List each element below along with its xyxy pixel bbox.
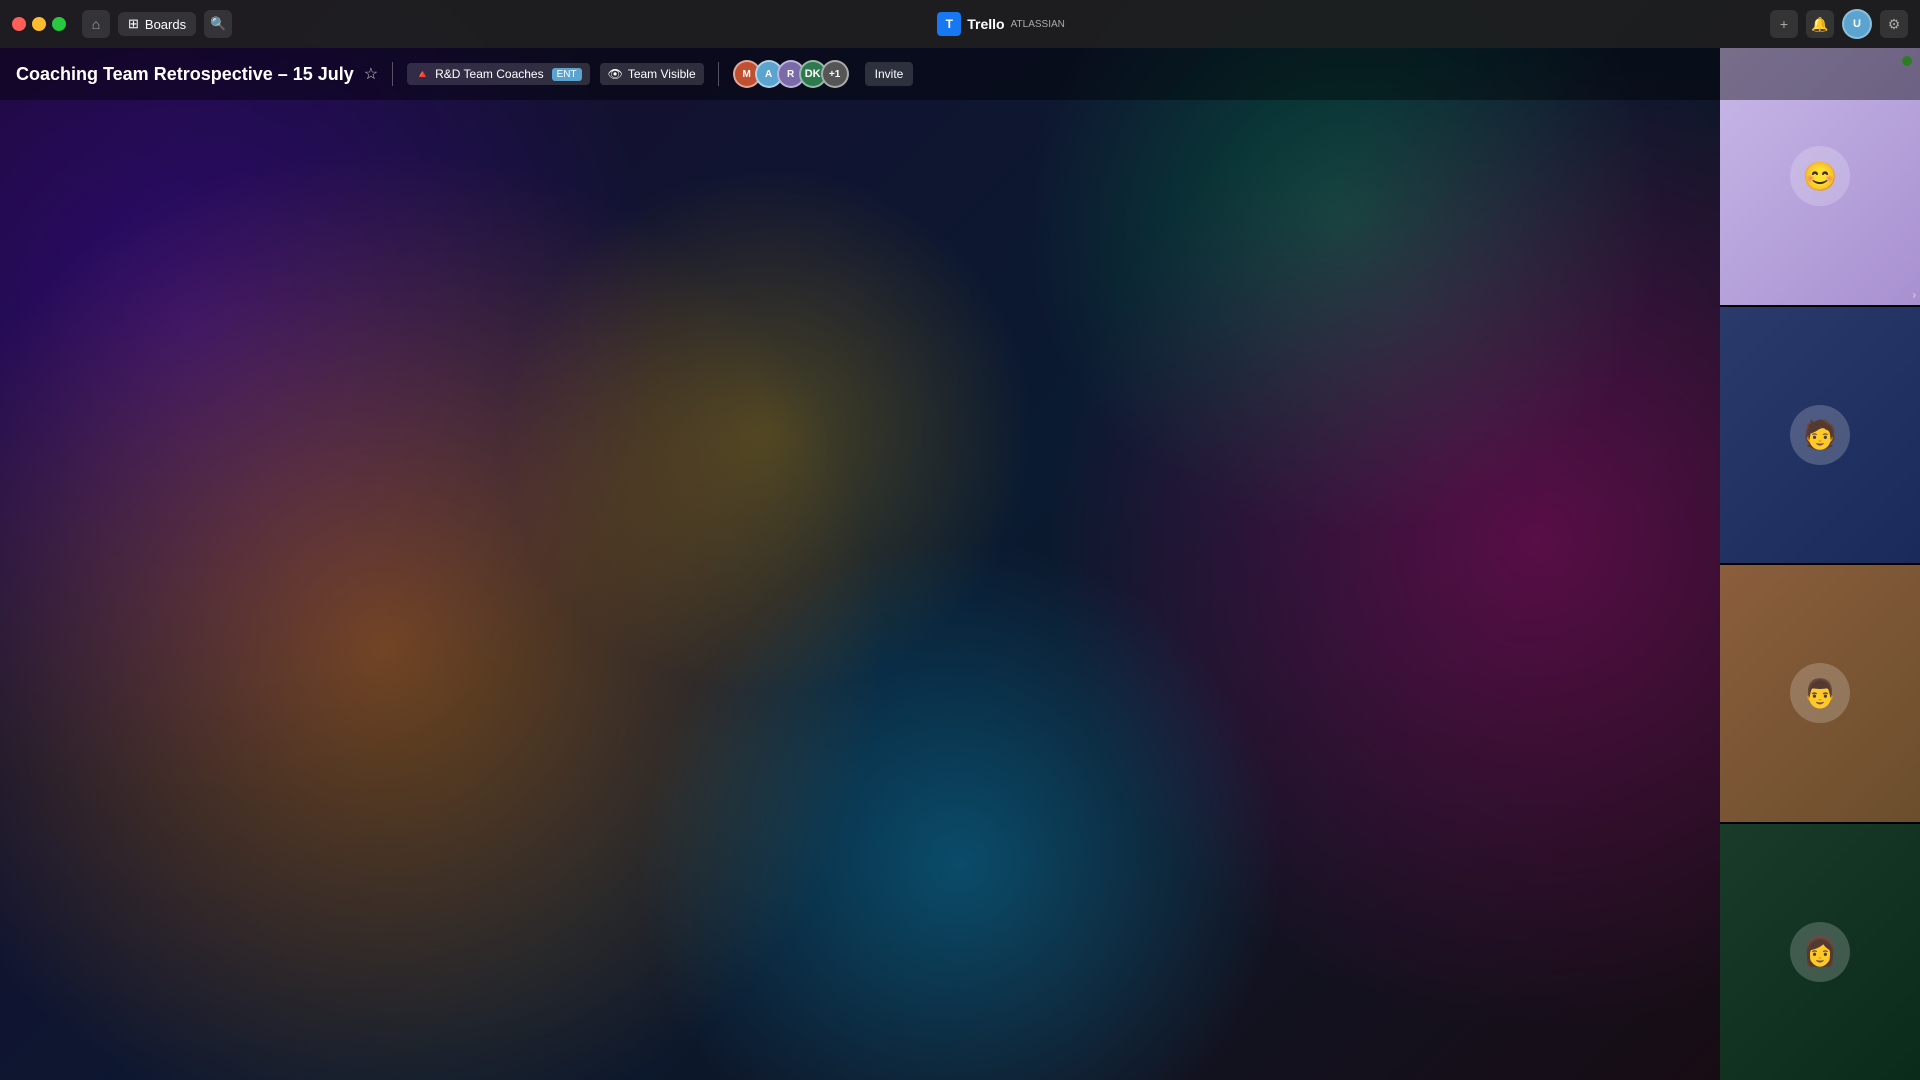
add-button[interactable]: +	[1770, 10, 1798, 38]
board-header: Coaching Team Retrospective – 15 July ☆ …	[0, 48, 1920, 100]
close-button[interactable]	[12, 17, 26, 31]
video-arrow: ›	[1913, 290, 1916, 301]
fullscreen-button[interactable]	[52, 17, 66, 31]
board-title: Coaching Team Retrospective – 15 July	[16, 64, 354, 85]
notifications-button[interactable]: 🔔	[1806, 10, 1834, 38]
video-person-4: 👩	[1790, 922, 1850, 982]
star-button[interactable]: ☆	[364, 64, 378, 84]
trello-label: Trello	[967, 16, 1004, 32]
divider2	[718, 62, 719, 86]
divider	[392, 62, 393, 86]
titlebar-right: + 🔔 U ⚙	[1770, 9, 1908, 39]
video-person-3: 👨	[1790, 663, 1850, 723]
boards-label: Boards	[145, 17, 186, 32]
boards-button[interactable]: ⊞ Boards	[118, 12, 196, 36]
minimize-button[interactable]	[32, 17, 46, 31]
background	[0, 0, 1920, 1080]
titlebar: ⌂ ⊞ Boards 🔍 T Trello ATLASSIAN + 🔔 U ⚙	[0, 0, 1920, 48]
boards-icon: ⊞	[128, 16, 139, 32]
video-tile-4: 👩	[1720, 824, 1920, 1080]
trello-icon: T	[937, 12, 961, 36]
atlassian-label: ATLASSIAN	[1011, 19, 1065, 30]
traffic-lights	[12, 17, 66, 31]
video-person-2: 🧑	[1790, 405, 1850, 465]
visibility-chip[interactable]: 👁 Team Visible	[600, 63, 704, 85]
search-button[interactable]: 🔍	[204, 10, 232, 38]
video-tile-3: 👨	[1720, 565, 1920, 822]
eye-icon: 👁	[608, 67, 623, 81]
invite-button[interactable]: Invite	[865, 62, 914, 86]
ent-badge: ENT	[552, 68, 582, 81]
home-icon[interactable]: ⌂	[82, 10, 110, 38]
video-panel: 😊 › 🧑 👨 👩	[1720, 48, 1920, 1080]
team-chip[interactable]: 🔺 R&D Team Coaches ENT	[407, 63, 589, 85]
member-avatar-5[interactable]: +1	[821, 60, 849, 88]
member-list: M A R DK +1	[733, 60, 849, 88]
titlebar-center: T Trello ATLASSIAN	[240, 12, 1762, 36]
user-avatar[interactable]: U	[1842, 9, 1872, 39]
team-icon: 🔺	[415, 67, 430, 81]
visibility-label: Team Visible	[628, 67, 696, 81]
team-label: R&D Team Coaches	[435, 67, 544, 81]
settings-button[interactable]: ⚙	[1880, 10, 1908, 38]
video-tile-2: 🧑	[1720, 307, 1920, 564]
video-person-1: 😊	[1790, 146, 1850, 206]
trello-logo: T Trello ATLASSIAN	[937, 12, 1065, 36]
